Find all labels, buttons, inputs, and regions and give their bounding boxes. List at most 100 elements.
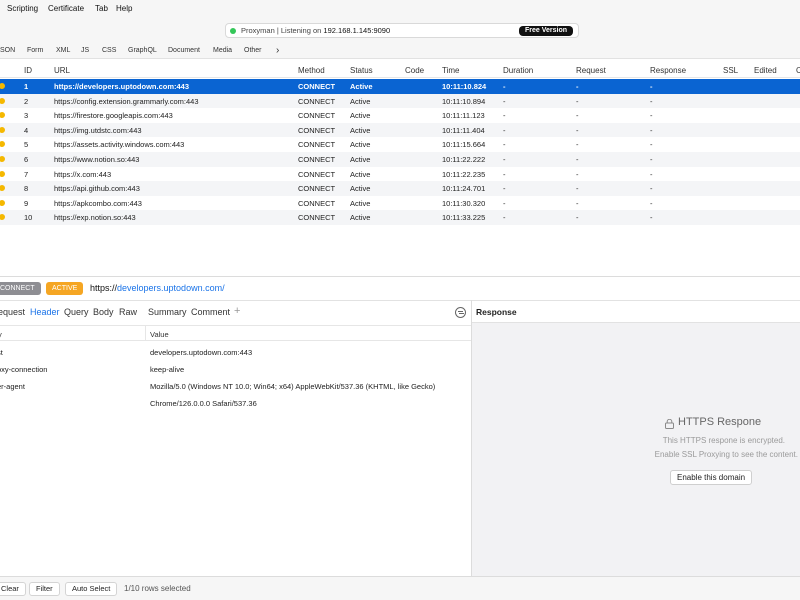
filter-other[interactable]: Other (244, 47, 262, 54)
filter-media[interactable]: Media (213, 47, 232, 54)
row-url: https://apkcombo.com:443 (54, 198, 142, 208)
tab-raw[interactable]: Raw (119, 307, 137, 317)
row-id: 2 (24, 96, 29, 106)
status-dot-icon (0, 97, 5, 104)
tab-comment[interactable]: Comment (191, 307, 230, 317)
tab-query[interactable]: Query (64, 307, 89, 317)
row-request: - (576, 82, 579, 91)
column-edited[interactable]: Edited (754, 66, 777, 75)
filter-document[interactable]: Document (168, 47, 200, 54)
row-time: 10:11:30.320 (442, 198, 486, 208)
header-value: Chrome/126.0.0.0 Safari/537.36 (150, 399, 257, 408)
table-row[interactable]: 1 https://developers.uptodown.com:443 CO… (0, 79, 800, 94)
column-id[interactable]: ID (24, 66, 32, 75)
pane-divider[interactable] (0, 276, 800, 277)
column-url[interactable]: URL (54, 66, 70, 75)
title-bar: Proxyman | Listening on 192.168.1.145:90… (0, 17, 800, 44)
row-id: 4 (24, 125, 29, 135)
row-time: 10:11:22.222 (442, 155, 486, 164)
tab-summary[interactable]: Summary (148, 307, 187, 317)
row-response: - (650, 82, 653, 91)
status-dot-icon (0, 214, 5, 221)
row-id: 6 (24, 155, 29, 164)
listening-text: Proxyman | Listening on 192.168.1.145:90… (241, 26, 390, 35)
row-url: https://www.notion.so:443 (54, 155, 140, 164)
row-response: - (650, 155, 653, 164)
table-row[interactable]: 7 https://x.com:443 CONNECT Active 10:11… (0, 167, 800, 182)
menu-tab[interactable]: Tab (95, 4, 108, 13)
tab-header[interactable]: Header (30, 307, 60, 317)
menu-scripting[interactable]: Scripting (7, 4, 38, 13)
row-id: 8 (24, 184, 29, 194)
table-row[interactable]: 3 https://firestore.googleapis.com:443 C… (0, 108, 800, 123)
row-request: - (576, 140, 579, 150)
column-method[interactable]: Method (298, 66, 325, 75)
table-row[interactable]: 8 https://api.github.com:443 CONNECT Act… (0, 181, 800, 196)
filter-js[interactable]: JS (81, 47, 89, 54)
column-duration[interactable]: Duration (503, 66, 533, 75)
table-row[interactable]: 10 https://exp.notion.so:443 CONNECT Act… (0, 210, 800, 225)
row-duration: - (503, 213, 506, 223)
column-response[interactable]: Response (650, 66, 686, 75)
row-duration: - (503, 96, 506, 106)
selection-status: 1/10 rows selected (124, 584, 191, 593)
table-row[interactable]: 9 https://apkcombo.com:443 CONNECT Activ… (0, 196, 800, 211)
column-status[interactable]: Status (350, 66, 373, 75)
filter-json[interactable]: SON (0, 47, 15, 54)
header-value: developers.uptodown.com:443 (150, 348, 253, 357)
bottom-toolbar: Clear Filter Auto Select 1/10 rows selec… (0, 576, 800, 600)
filter-button[interactable]: Filter (29, 582, 60, 596)
row-id: 9 (24, 198, 29, 208)
filter-more-chevron-icon[interactable]: › (276, 45, 279, 56)
row-url: https://developers.uptodown.com:443 (54, 82, 190, 91)
column-key[interactable]: y (0, 330, 2, 339)
row-time: 10:11:22.235 (442, 169, 486, 179)
auto-select-button[interactable]: Auto Select (65, 582, 118, 596)
filter-options-icon[interactable] (455, 307, 466, 318)
table-row[interactable]: 2 https://config.extension.grammarly.com… (0, 93, 800, 109)
row-duration: - (503, 198, 506, 208)
row-time: 10:11:24.701 (442, 184, 486, 194)
status-badge: ACTIVE (46, 282, 84, 295)
row-url: https://x.com:443 (54, 169, 112, 179)
menu-help[interactable]: Help (116, 4, 132, 13)
filter-css[interactable]: CSS (102, 47, 116, 54)
filter-graphql[interactable]: GraphQL (128, 47, 157, 54)
status-dot-icon (0, 126, 5, 133)
free-version-badge[interactable]: Free Version (518, 26, 573, 36)
filter-form[interactable]: Form (27, 47, 43, 54)
filter-xml[interactable]: XML (56, 47, 70, 54)
table-row[interactable]: 4 https://img.utdstc.com:443 CONNECT Act… (0, 122, 800, 138)
listening-status: Proxyman | Listening on 192.168.1.145:90… (225, 23, 579, 38)
row-method: CONNECT (298, 96, 336, 106)
column-ssl[interactable]: SSL (723, 66, 738, 75)
column-value[interactable]: Value (150, 330, 169, 339)
listening-prefix: Proxyman | Listening on (241, 26, 324, 35)
row-id: 10 (24, 213, 33, 223)
status-dot-icon (0, 112, 5, 119)
table-row[interactable]: 6 https://www.notion.so:443 CONNECT Acti… (0, 152, 800, 167)
tab-body[interactable]: Body (93, 307, 114, 317)
https-response-hint: Enable SSL Proxying to see the content. (654, 450, 798, 459)
clear-button[interactable]: Clear (0, 582, 26, 596)
row-response: - (650, 140, 653, 150)
column-time[interactable]: Time (442, 66, 459, 75)
column-code[interactable]: Code (405, 66, 424, 75)
menu-certificate[interactable]: Certificate (48, 4, 84, 13)
row-time: 10:11:10.824 (442, 82, 487, 91)
row-method: CONNECT (298, 82, 336, 91)
row-response: - (650, 96, 653, 106)
row-url: https://api.github.com:443 (54, 184, 140, 194)
column-separator[interactable] (145, 325, 146, 341)
row-status: Active (350, 125, 371, 135)
row-request: - (576, 213, 579, 223)
enable-domain-button[interactable]: Enable this domain (670, 470, 753, 485)
column-client[interactable]: C (796, 66, 800, 75)
row-status: Active (350, 82, 373, 91)
request-url[interactable]: https://developers.uptodown.com/ (90, 283, 225, 293)
add-tab-icon[interactable]: + (234, 305, 240, 317)
table-row[interactable]: 5 https://assets.activity.windows.com:44… (0, 137, 800, 152)
response-title: Response (476, 307, 517, 317)
row-time: 10:11:15.664 (442, 140, 486, 150)
column-request[interactable]: Request (576, 66, 606, 75)
